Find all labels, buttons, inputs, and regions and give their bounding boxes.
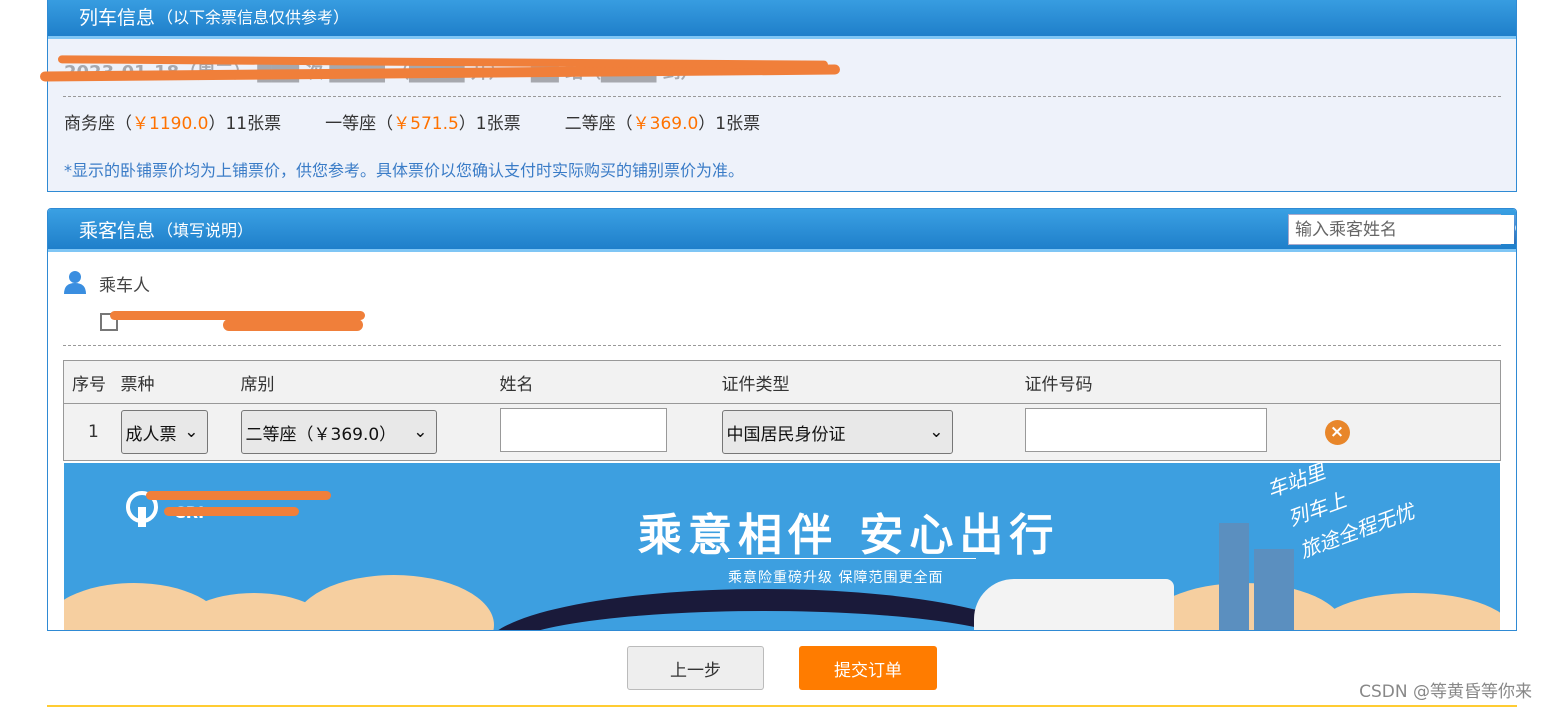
banner-title: 乘意相伴 安心出行 bbox=[638, 510, 1060, 561]
passenger-info-panel: 乘客信息 （填写说明） 乘车人 序号 票种 席别 姓名 证件类型 bbox=[47, 208, 1517, 631]
col-seat-class: 席别 bbox=[240, 360, 500, 404]
col-name: 姓名 bbox=[499, 360, 722, 404]
redaction-scribble bbox=[223, 319, 363, 331]
train-info-title: 列车信息 bbox=[79, 6, 156, 29]
seat-second-class: 二等座（￥369.0）1张票 bbox=[564, 114, 761, 134]
person-icon bbox=[64, 271, 86, 294]
banner-divider bbox=[728, 558, 976, 559]
id-number-input[interactable] bbox=[1024, 407, 1267, 452]
chevron-down-icon: ⌄ bbox=[413, 422, 428, 442]
table-header-row: 序号 票种 席别 姓名 证件类型 证件号码 bbox=[63, 360, 1501, 404]
redaction-scribble bbox=[164, 507, 299, 516]
id-type-select[interactable]: 中国居民身份证 ⌄ bbox=[721, 410, 953, 454]
passenger-label: 乘车人 bbox=[99, 276, 150, 296]
chevron-down-icon: ⌄ bbox=[929, 422, 944, 442]
passenger-info-title: 乘客信息 bbox=[79, 219, 156, 242]
seat-first-class: 一等座（￥571.5）1张票 bbox=[325, 114, 521, 134]
submit-order-button[interactable]: 提交订单 bbox=[799, 646, 937, 690]
col-index: 序号 bbox=[63, 360, 121, 404]
prev-step-button[interactable]: 上一步 bbox=[627, 646, 764, 690]
watermark: CSDN @等黄昏等你来 bbox=[1359, 682, 1532, 702]
seat-class-select[interactable]: 二等座（￥369.0） ⌄ bbox=[240, 410, 437, 454]
table-row: 1 成人票 ⌄ 二等座（￥369.0） ⌄ 中国居民身份证 ⌄ × bbox=[63, 403, 1501, 461]
bottom-divider bbox=[47, 705, 1517, 707]
train-image bbox=[974, 579, 1174, 630]
passenger-info-header: 乘客信息 （填写说明） bbox=[48, 209, 1516, 252]
search-button[interactable] bbox=[1514, 215, 1516, 244]
passenger-search-input[interactable] bbox=[1289, 215, 1514, 244]
price-note: *显示的卧铺票价均为上铺票价，供您参考。具体票价以您确认支付时实际购买的铺别票价… bbox=[64, 161, 745, 180]
col-id-type: 证件类型 bbox=[721, 360, 1025, 404]
arc-decoration bbox=[484, 589, 1044, 630]
passenger-search bbox=[1288, 214, 1516, 245]
passenger-table: 序号 票种 席别 姓名 证件类型 证件号码 1 成人票 ⌄ 二等座（￥369.0… bbox=[63, 360, 1501, 461]
city-silhouette bbox=[1254, 549, 1294, 630]
seat-business: 商务座（￥1190.0）11张票 bbox=[64, 114, 282, 134]
train-info-header: 列车信息 （以下余票信息仅供参考） bbox=[48, 0, 1516, 39]
insurance-banner[interactable]: CRI 乘意相伴 安心出行 乘意险重磅升级 保障范围更全面 车站里 列车上 旅途… bbox=[64, 463, 1500, 630]
train-info-subtitle: （以下余票信息仅供参考） bbox=[157, 8, 350, 27]
redaction-scribble bbox=[146, 491, 331, 500]
col-id-number: 证件号码 bbox=[1024, 360, 1325, 404]
col-ticket-type: 票种 bbox=[120, 360, 241, 404]
fill-instructions-link[interactable]: （填写说明） bbox=[157, 217, 253, 241]
divider bbox=[63, 345, 1501, 346]
cloud-decoration bbox=[1314, 593, 1500, 630]
chevron-down-icon: ⌄ bbox=[184, 422, 199, 442]
remove-passenger-icon[interactable]: × bbox=[1324, 419, 1350, 445]
divider bbox=[63, 96, 1501, 97]
col-actions bbox=[1324, 360, 1501, 404]
train-info-panel: 列车信息 （以下余票信息仅供参考） 2023-01-18（周三） ███ 次 █… bbox=[39, 0, 1517, 192]
ticket-type-select[interactable]: 成人票 ⌄ bbox=[120, 410, 208, 454]
cloud-decoration bbox=[294, 575, 494, 630]
name-input[interactable] bbox=[499, 407, 667, 452]
city-silhouette bbox=[1219, 523, 1249, 630]
search-icon bbox=[1515, 224, 1516, 231]
seat-availability: 商务座（￥1190.0）11张票 一等座（￥571.5）1张票 二等座（￥369… bbox=[64, 109, 760, 134]
row-index: 1 bbox=[63, 403, 121, 461]
banner-subtitle: 乘意险重磅升级 保障范围更全面 bbox=[728, 570, 944, 586]
